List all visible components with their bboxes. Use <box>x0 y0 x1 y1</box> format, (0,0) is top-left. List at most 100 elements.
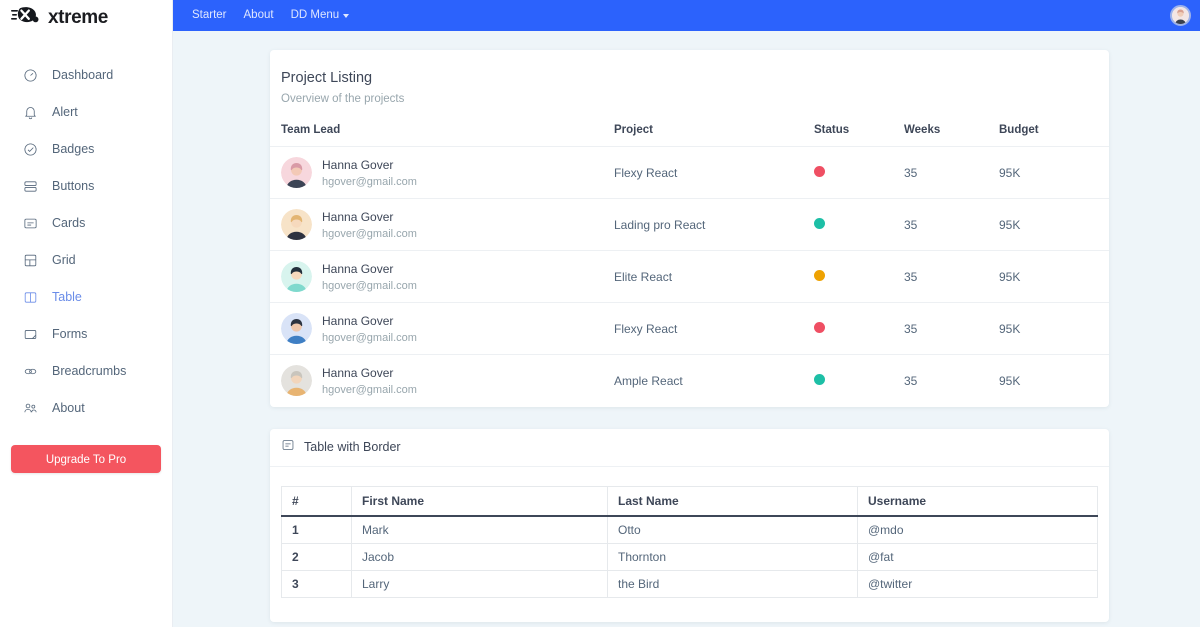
team-lead-name: Hanna Gover <box>322 158 393 172</box>
check-circle-icon <box>22 141 39 158</box>
cell-project: Flexy React <box>614 303 814 355</box>
sidebar-item-label: Breadcrumbs <box>52 365 126 378</box>
sidebar-item-label: Cards <box>52 217 85 230</box>
team-lead: Hanna Goverhgover@gmail.com <box>270 156 614 189</box>
column-header-index: # <box>282 486 352 516</box>
project-table-body: Hanna Gover hgover@gmail.com Flexy React 35… <box>270 147 1109 407</box>
cell-first-name: Larry <box>352 570 608 597</box>
navbar-links: Starter About DD Menu <box>192 10 349 22</box>
form-icon <box>22 326 39 343</box>
cell-team-lead: Hanna Goverhgover@gmail.com <box>270 303 614 355</box>
team-lead-name: Hanna Gover <box>322 366 393 380</box>
cell-index: 2 <box>282 543 352 570</box>
table-row: 2JacobThornton@fat <box>282 543 1098 570</box>
sidebar-nav: Dashboard Alert Badges Buttons <box>0 57 172 427</box>
sidebar-item-table[interactable]: Table <box>0 279 172 316</box>
brand-logo[interactable]: xtreme <box>0 2 172 33</box>
table-icon <box>22 289 39 306</box>
sidebar-item-dashboard[interactable]: Dashboard <box>0 57 172 94</box>
bordered-table-header: Table with Border <box>270 429 1109 467</box>
buttons-icon <box>22 178 39 195</box>
grid-icon <box>22 252 39 269</box>
bell-icon <box>22 104 39 121</box>
team-lead-text: Hanna Goverhgover@gmail.com <box>322 156 417 189</box>
team-lead-email: hgover@gmail.com <box>322 227 417 241</box>
cell-first-name: Mark <box>352 516 608 543</box>
sidebar-item-label: Alert <box>52 106 78 119</box>
cell-last-name: the Bird <box>608 570 858 597</box>
chevron-down-icon <box>343 14 349 18</box>
status-badge <box>814 166 825 177</box>
sidebar-item-forms[interactable]: Forms <box>0 316 172 353</box>
sidebar-item-label: Badges <box>52 143 94 156</box>
sidebar-item-buttons[interactable]: Buttons <box>0 168 172 205</box>
sidebar-item-label: Buttons <box>52 180 94 193</box>
navbar-link-dd-menu[interactable]: DD Menu <box>291 10 350 22</box>
cell-team-lead: Hanna Goverhgover@gmail.com <box>270 199 614 251</box>
cell-weeks: 35 <box>904 303 999 355</box>
navbar-avatar[interactable] <box>1170 5 1191 26</box>
cell-status <box>814 303 904 355</box>
team-lead-text: Hanna Goverhgover@gmail.com <box>322 260 417 293</box>
team-lead: Hanna Goverhgover@gmail.com <box>270 208 614 241</box>
team-lead-email: hgover@gmail.com <box>322 331 417 345</box>
sidebar: xtreme Dashboard Alert Badges <box>0 0 173 627</box>
cell-budget: 95K <box>999 199 1109 251</box>
gauge-icon <box>22 67 39 84</box>
status-badge <box>814 270 825 281</box>
status-badge <box>814 218 825 229</box>
top-navbar: Starter About DD Menu <box>173 0 1200 31</box>
sidebar-item-about[interactable]: About <box>0 390 172 427</box>
cell-last-name: Thornton <box>608 543 858 570</box>
bordered-table-title: Table with Border <box>304 440 401 454</box>
project-listing-table: Team Lead Project Status Weeks Budget Ha… <box>270 124 1109 407</box>
avatar <box>281 261 312 292</box>
card-text-icon <box>281 438 295 457</box>
team-lead-text: Hanna Goverhgover@gmail.com <box>322 208 417 241</box>
cell-weeks: 35 <box>904 147 999 199</box>
upgrade-section: Upgrade To Pro <box>0 427 172 473</box>
column-header-weeks: Weeks <box>904 124 999 147</box>
cell-weeks: 35 <box>904 251 999 303</box>
status-badge <box>814 322 825 333</box>
cell-team-lead: Hanna Goverhgover@gmail.com <box>270 251 614 303</box>
cell-username: @mdo <box>858 516 1098 543</box>
bordered-table: # First Name Last Name Username 1MarkOtt… <box>281 486 1098 598</box>
navbar-link-starter[interactable]: Starter <box>192 10 227 22</box>
bordered-table-tbody: 1MarkOtto@mdo2JacobThornton@fat3Larrythe… <box>282 516 1098 597</box>
column-header-last-name: Last Name <box>608 486 858 516</box>
table-header-row: # First Name Last Name Username <box>282 486 1098 516</box>
team-lead-text: Hanna Gover hgover@gmail.com <box>322 364 417 397</box>
table-row: 1MarkOtto@mdo <box>282 516 1098 543</box>
bordered-table-head: # First Name Last Name Username <box>282 486 1098 516</box>
cell-index: 1 <box>282 516 352 543</box>
table-row: Hanna Goverhgover@gmail.comLading pro Re… <box>270 199 1109 251</box>
table-row: Hanna Goverhgover@gmail.comAmple React35… <box>270 355 1109 407</box>
team-lead-email: hgover@gmail.com <box>322 279 417 293</box>
navbar-link-about[interactable]: About <box>244 10 274 22</box>
cell-username: @twitter <box>858 570 1098 597</box>
sidebar-item-badges[interactable]: Badges <box>0 131 172 168</box>
upgrade-to-pro-button[interactable]: Upgrade To Pro <box>11 445 161 473</box>
table-row: Hanna Goverhgover@gmail.comFlexy React 35… <box>270 303 1109 355</box>
navbar-link-dd-menu-label: DD Menu <box>291 10 340 22</box>
team-lead-email: hgover@gmail.com <box>322 383 417 397</box>
cell-project: Elite React <box>614 251 814 303</box>
sidebar-item-alert[interactable]: Alert <box>0 94 172 131</box>
bordered-table-body-wrap: # First Name Last Name Username 1MarkOtt… <box>270 467 1109 622</box>
users-icon <box>22 400 39 417</box>
project-listing-card: Project Listing Overview of the projects… <box>270 50 1109 407</box>
avatar <box>281 365 312 396</box>
brand-name: xtreme <box>48 7 108 29</box>
sidebar-item-cards[interactable]: Cards <box>0 205 172 242</box>
cell-budget: 95K <box>999 355 1109 407</box>
sidebar-item-label: Table <box>52 291 82 304</box>
avatar <box>281 209 312 240</box>
sidebar-item-grid[interactable]: Grid <box>0 242 172 279</box>
sidebar-item-label: Dashboard <box>52 69 113 82</box>
page-title: Project Listing <box>281 69 1109 89</box>
cell-team-lead: Hanna Gover hgover@gmail.com <box>270 355 614 407</box>
main-area: Starter About DD Menu <box>173 0 1200 627</box>
table-row: Hanna Goverhgover@gmail.comFlexy React35… <box>270 147 1109 199</box>
sidebar-item-breadcrumbs[interactable]: Breadcrumbs <box>0 353 172 390</box>
